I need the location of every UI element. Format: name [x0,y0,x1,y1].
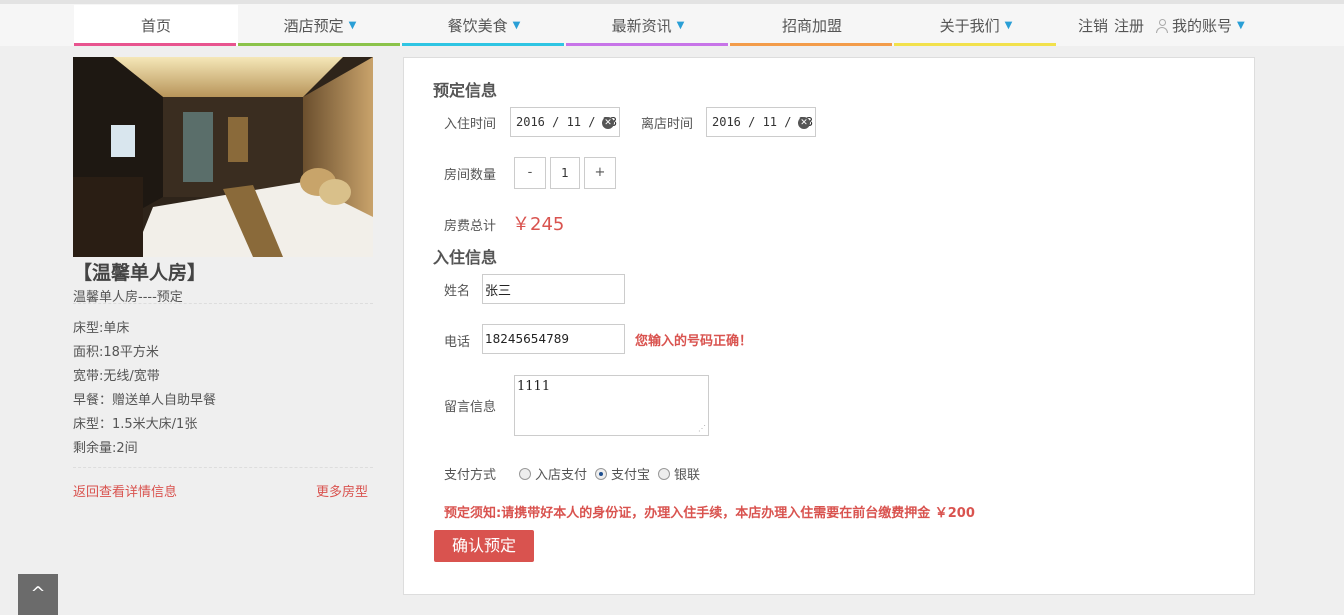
nav-item-dining[interactable]: 餐饮美食 ▼ [402,5,566,46]
payment-options: 入店支付 支付宝 银联 [519,464,708,483]
nav-item-label: 关于我们 [939,17,1000,35]
nav-underline [730,43,892,46]
checkout-label: 离店时间 [641,117,694,132]
total-label: 房费总计 [444,219,497,234]
radio-alipay[interactable] [595,467,608,480]
caret-down-icon: ▼ [676,20,685,31]
spec-broadband: 宽带:无线/宽带 [73,369,160,384]
checkin-date-input[interactable]: 2016 / 11 / 23 ✕ [510,107,620,137]
nav-underline [74,43,236,46]
user-icon [1156,18,1169,33]
clear-icon[interactable]: ✕ [798,117,810,129]
phone-input[interactable]: 18245654789 [482,324,625,354]
booking-section-title: 预定信息 [433,81,498,100]
radio-label: 银联 [674,468,701,483]
nav-item-home[interactable]: 首页 [74,5,238,46]
name-input[interactable]: 张三 [482,274,625,304]
rooms-label: 房间数量 [444,168,497,183]
nav-underline [894,43,1056,46]
account-area: 注销 注册 我的账号 ▼ [1078,5,1245,46]
nav-item-franchise[interactable]: 招商加盟 [730,5,894,46]
guest-section-title: 入住信息 [433,248,498,267]
resize-grip-icon[interactable]: ⋰ [698,425,706,433]
radio-unionpay[interactable] [658,467,671,480]
register-link[interactable]: 注册 [1114,15,1144,36]
payment-label: 支付方式 [444,468,497,483]
divider [73,303,373,304]
name-label: 姓名 [444,284,471,299]
phone-validation-message: 您输入的号码正确！ [635,334,753,349]
nav-item-label: 最新资讯 [611,17,672,35]
radio-label: 入店支付 [535,468,588,483]
divider [73,467,373,468]
back-to-top-button[interactable]: ^ [18,574,58,615]
back-to-details-link[interactable]: 返回查看详情信息 [73,481,177,500]
spec-area: 面积:18平方米 [73,345,159,360]
phone-label: 电话 [444,335,471,350]
nav-underline [566,43,728,46]
spec-bed-size: 床型：1.5米大床/1张 [73,417,198,432]
nav-item-hotel-booking[interactable]: 酒店预定 ▼ [238,5,402,46]
nav-item-label: 首页 [140,17,171,35]
decrease-rooms-button[interactable]: - [514,157,546,189]
caret-down-icon: ▼ [1004,20,1013,31]
main-nav: 首页 酒店预定 ▼ 餐饮美食 ▼ 最新资讯 ▼ 招商加盟 关于我们 ▼ [74,5,1058,46]
caret-down-icon[interactable]: ▼ [1237,20,1245,31]
logout-link[interactable]: 注销 [1078,15,1108,36]
checkin-label: 入住时间 [444,117,497,132]
caret-down-icon: ▼ [348,20,357,31]
rooms-quantity-input[interactable]: 1 [550,157,580,189]
my-account-link[interactable]: 我的账号 [1172,15,1232,36]
room-image [73,57,373,257]
spec-remaining: 剩余量:2间 [73,441,138,456]
room-title: 【温馨单人房】 [73,262,207,284]
booking-form-panel: 预定信息 入住时间 2016 / 11 / 23 ✕ 离店时间 2016 / 1… [403,57,1255,595]
increase-rooms-button[interactable]: + [584,157,616,189]
nav-item-label: 餐饮美食 [447,17,508,35]
total-price: ￥245 [512,214,565,235]
memo-value: 1111 [517,379,551,394]
nav-item-label: 酒店预定 [283,17,344,35]
memo-textarea[interactable]: 1111 ⋰ [514,375,709,436]
radio-label: 支付宝 [611,468,651,483]
room-photo [73,57,373,257]
radio-pay-at-hotel[interactable] [519,467,531,480]
checkout-date-input[interactable]: 2016 / 11 / 23 ✕ [706,107,816,137]
caret-down-icon: ▼ [512,20,521,31]
confirm-booking-button[interactable]: 确认预定 [434,530,534,562]
nav-underline [402,43,564,46]
clear-icon[interactable]: ✕ [602,117,614,129]
memo-label: 留言信息 [444,400,497,415]
room-specs: 床型:单床 面积:18平方米 宽带:无线/宽带 早餐：赠送单人自助早餐 床型：1… [73,317,216,461]
more-room-types-link[interactable]: 更多房型 [316,481,368,500]
nav-underline [238,43,400,46]
spec-breakfast: 早餐：赠送单人自助早餐 [73,393,217,408]
nav-item-about[interactable]: 关于我们 ▼ [894,5,1058,46]
spec-bed-type: 床型:单床 [73,321,130,336]
booking-notice: 预定须知:请携带好本人的身份证，办理入住手续，本店办理入住需要在前台缴费押金 ￥… [444,506,975,521]
nav-item-news[interactable]: 最新资讯 ▼ [566,5,730,46]
nav-item-label: 招商加盟 [781,17,842,35]
